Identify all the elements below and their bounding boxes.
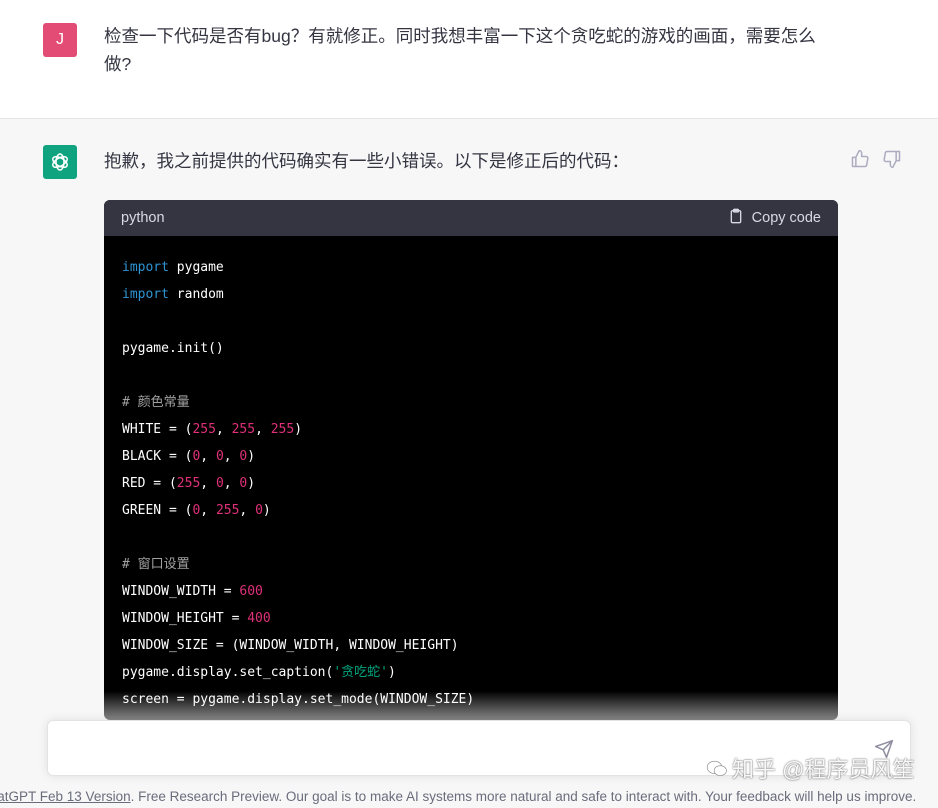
code-token: ,	[200, 449, 216, 464]
code-token: 0	[255, 503, 263, 518]
code-line: # 窗口设置	[122, 551, 820, 578]
user-avatar: J	[43, 23, 77, 57]
clipboard-icon	[728, 208, 744, 228]
code-token: # 窗口设置	[122, 557, 190, 572]
code-token: 255	[270, 422, 295, 437]
wechat-logo-icon	[706, 758, 728, 784]
chatgpt-logo-icon	[43, 145, 77, 179]
user-message-text: 检查一下代码是否有bug？有就修正。同时我想丰富一下这个贪吃蛇的游戏的画面，需要…	[104, 26, 816, 74]
code-token: ,	[223, 476, 240, 491]
code-token: 0	[215, 476, 224, 491]
code-block: python Copy code import pygame import ran…	[104, 200, 838, 720]
footer: ChatGPT Feb 13 Version. Free Research Pr…	[0, 789, 938, 808]
code-token: random	[168, 287, 224, 302]
code-token: )	[387, 665, 396, 680]
code-line: WINDOW_WIDTH = 600	[122, 578, 820, 605]
assistant-message-row: 抱歉，我之前提供的代码确实有一些小错误。以下是修正后的代码： python Co…	[0, 119, 938, 808]
code-language-label: python	[121, 210, 165, 226]
code-line: pygame.display.set_caption('贪吃蛇')	[122, 659, 820, 686]
code-token: 255	[215, 503, 240, 518]
code-token: WINDOW_WIDTH =	[122, 584, 240, 599]
code-body: import pygame import random pygame.init()…	[104, 236, 838, 713]
code-token: 255	[192, 422, 216, 437]
watermark: 知乎 @程序员风笙	[706, 752, 914, 784]
code-line: import random	[122, 281, 820, 308]
code-token: GREEN = (	[122, 503, 193, 518]
code-token: RED = (	[122, 476, 177, 491]
code-line: GREEN = (0, 255, 0)	[122, 497, 820, 524]
copy-code-button[interactable]: Copy code	[728, 208, 821, 228]
code-token: BLACK = (	[122, 449, 193, 464]
code-token: ,	[200, 503, 216, 518]
code-line: import pygame	[122, 254, 820, 281]
code-token: )	[247, 449, 256, 464]
thumbs-up-icon[interactable]	[850, 149, 870, 169]
assistant-intro-text: 抱歉，我之前提供的代码确实有一些小错误。以下是修正后的代码：	[104, 151, 629, 171]
code-token: ,	[223, 449, 240, 464]
watermark-text: 知乎 @程序员风笙	[732, 757, 915, 782]
code-token: 400	[247, 611, 271, 626]
code-token: 255	[231, 422, 256, 437]
code-token: WINDOW_SIZE = (WINDOW_WIDTH, WINDOW_HEIG…	[122, 638, 459, 653]
code-token: 255	[176, 476, 201, 491]
code-token: '贪吃蛇'	[333, 665, 388, 680]
code-token: import	[122, 260, 169, 275]
code-block-header: python Copy code	[104, 200, 838, 236]
thumbs-down-icon[interactable]	[882, 149, 902, 169]
code-token: pygame.init()	[122, 341, 224, 356]
code-token: 600	[239, 584, 263, 599]
footer-text: . Free Research Preview. Our goal is to …	[130, 789, 917, 804]
code-line: # 颜色常量	[122, 389, 820, 416]
code-line: WHITE = (255, 255, 255)	[122, 416, 820, 443]
user-message-row: J 检查一下代码是否有bug？有就修正。同时我想丰富一下这个贪吃蛇的游戏的画面，…	[0, 0, 938, 119]
code-line: BLACK = (0, 0, 0)	[122, 443, 820, 470]
code-line: pygame.init()	[122, 335, 820, 362]
code-token: pygame	[168, 260, 224, 275]
code-token: ,	[215, 422, 232, 437]
code-token: )	[247, 476, 256, 491]
copy-code-label: Copy code	[751, 210, 821, 226]
code-token: ,	[255, 422, 271, 437]
code-token: import	[122, 287, 169, 302]
version-link[interactable]: ChatGPT Feb 13 Version	[0, 789, 131, 804]
code-token: WINDOW_HEIGHT =	[122, 611, 248, 626]
code-token: ,	[200, 476, 216, 491]
code-token: pygame.display.set_caption(	[122, 665, 334, 680]
code-token: )	[294, 422, 303, 437]
code-token: )	[262, 503, 271, 518]
code-line: WINDOW_SIZE = (WINDOW_WIDTH, WINDOW_HEIG…	[122, 632, 820, 659]
code-token: WHITE = (	[122, 422, 193, 437]
code-line: WINDOW_HEIGHT = 400	[122, 605, 820, 632]
code-token: ,	[239, 503, 256, 518]
code-token: # 颜色常量	[122, 395, 190, 410]
code-token: 0	[215, 449, 224, 464]
code-line: RED = (255, 0, 0)	[122, 470, 820, 497]
